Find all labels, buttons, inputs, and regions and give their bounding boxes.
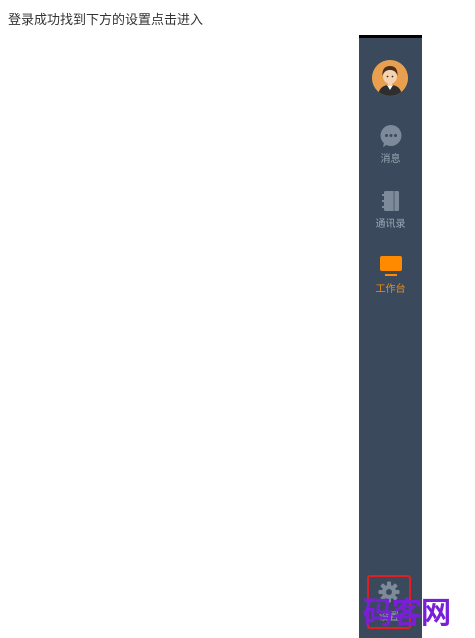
chat-bubble-icon	[378, 123, 404, 149]
avatar-person-icon	[372, 60, 408, 96]
monitor-icon	[378, 253, 404, 279]
address-book-icon	[378, 188, 404, 214]
instruction-text: 登录成功找到下方的设置点击进入	[8, 13, 204, 28]
watermark-logo: 码客网	[363, 596, 451, 631]
sidebar-item-label: 工作台	[375, 284, 406, 295]
avatar[interactable]	[372, 60, 408, 96]
sidebar-item-label: 通讯录	[375, 219, 406, 230]
sidebar-item-label: 消息	[380, 154, 401, 165]
sidebar-item-contacts[interactable]: 通讯录	[359, 188, 422, 236]
sidebar-item-workbench[interactable]: 工作台	[359, 253, 422, 301]
sidebar-item-messages[interactable]: 消息	[359, 123, 422, 171]
sidebar: 消息 通讯录 工作台 设置	[359, 35, 422, 638]
